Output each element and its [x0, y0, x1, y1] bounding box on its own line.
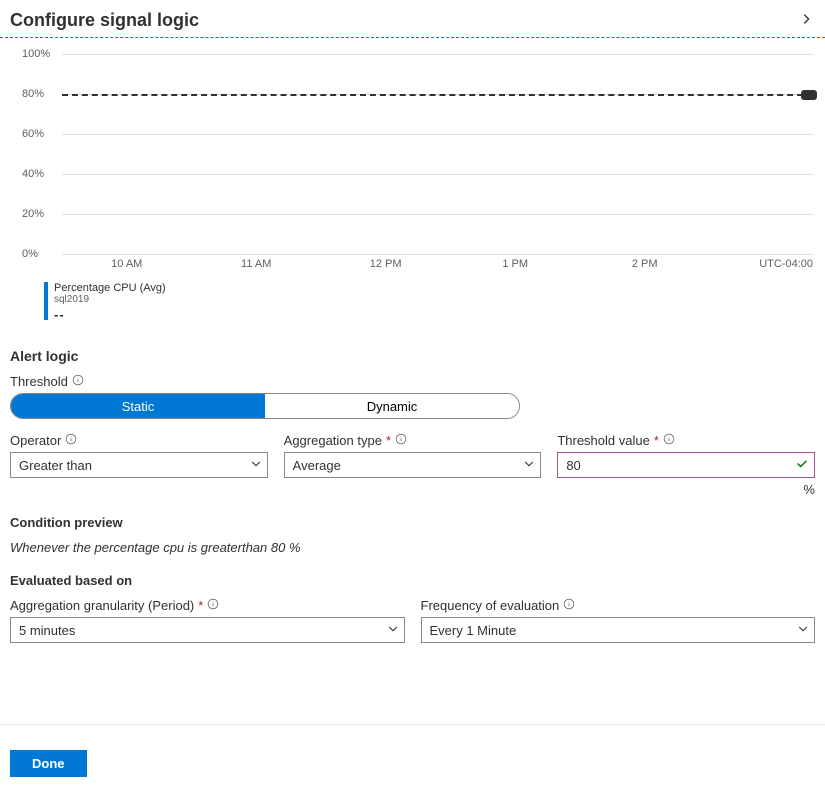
evaluated-heading: Evaluated based on: [10, 573, 815, 588]
metric-chart: 0% 20% 40% 60% 80% 100% 10 AM 11 AM 12 PM 1 PM 2 …: [0, 38, 825, 322]
chart-xtick: 12 PM: [370, 258, 402, 270]
chart-gridline: [62, 214, 813, 215]
chart-ytick: 40%: [22, 168, 56, 180]
chart-xtick: 2 PM: [632, 258, 658, 270]
threshold-value-text: 80: [566, 458, 580, 473]
threshold-unit: %: [557, 482, 815, 497]
threshold-mode-static[interactable]: Static: [11, 394, 265, 418]
threshold-value-input[interactable]: 80: [557, 452, 815, 478]
chart-xtick: 10 AM: [111, 258, 142, 270]
threshold-value-label: Threshold value *: [557, 433, 815, 448]
chart-gridline: [62, 174, 813, 175]
chart-ytick: 0%: [22, 248, 56, 260]
threshold-line[interactable]: [62, 94, 813, 96]
legend-series-name: Percentage CPU (Avg): [54, 282, 166, 294]
chevron-right-icon[interactable]: [799, 12, 813, 29]
frequency-value: Every 1 Minute: [430, 623, 517, 638]
operator-label: Operator: [10, 433, 268, 448]
chart-ytick: 60%: [22, 128, 56, 140]
chart-ytick: 100%: [22, 48, 56, 60]
threshold-mode-dynamic[interactable]: Dynamic: [265, 394, 519, 418]
legend-resource-name: sql2019: [54, 294, 166, 305]
frequency-select[interactable]: Every 1 Minute: [421, 617, 816, 643]
chart-ytick: 80%: [22, 88, 56, 100]
legend-current-value: --: [54, 307, 166, 322]
chart-xtick: 11 AM: [241, 258, 271, 270]
chart-ytick: 20%: [22, 208, 56, 220]
condition-preview-heading: Condition preview: [10, 515, 815, 530]
threshold-handle[interactable]: [801, 90, 817, 100]
threshold-mode-toggle: Static Dynamic: [10, 393, 520, 419]
aggregation-type-label: Aggregation type *: [284, 433, 542, 448]
info-icon[interactable]: [72, 374, 84, 389]
alert-logic-heading: Alert logic: [10, 348, 815, 364]
operator-value: Greater than: [19, 458, 92, 473]
condition-preview-text: Whenever the percentage cpu is greaterth…: [10, 540, 815, 555]
chart-timezone: UTC-04:00: [759, 258, 813, 270]
aggregation-type-select[interactable]: Average: [284, 452, 542, 478]
checkmark-icon: [795, 457, 809, 474]
info-icon[interactable]: [207, 598, 219, 613]
chart-xtick: 1 PM: [502, 258, 528, 270]
info-icon[interactable]: [395, 433, 407, 448]
info-icon[interactable]: [563, 598, 575, 613]
granularity-value: 5 minutes: [19, 623, 75, 638]
panel-header: Configure signal logic: [0, 0, 825, 37]
chart-legend: Percentage CPU (Avg) sql2019 --: [44, 282, 813, 322]
granularity-label: Aggregation granularity (Period) *: [10, 598, 405, 613]
granularity-select[interactable]: 5 minutes: [10, 617, 405, 643]
frequency-label: Frequency of evaluation: [421, 598, 816, 613]
chart-gridline: [62, 134, 813, 135]
legend-color-bar: [44, 282, 48, 320]
info-icon[interactable]: [65, 433, 77, 448]
operator-select[interactable]: Greater than: [10, 452, 268, 478]
info-icon[interactable]: [663, 433, 675, 448]
aggregation-value: Average: [293, 458, 341, 473]
page-title: Configure signal logic: [10, 10, 199, 31]
done-button[interactable]: Done: [10, 750, 87, 777]
chart-gridline: [62, 54, 813, 55]
footer-divider: [0, 724, 825, 725]
threshold-label: Threshold: [10, 374, 84, 389]
